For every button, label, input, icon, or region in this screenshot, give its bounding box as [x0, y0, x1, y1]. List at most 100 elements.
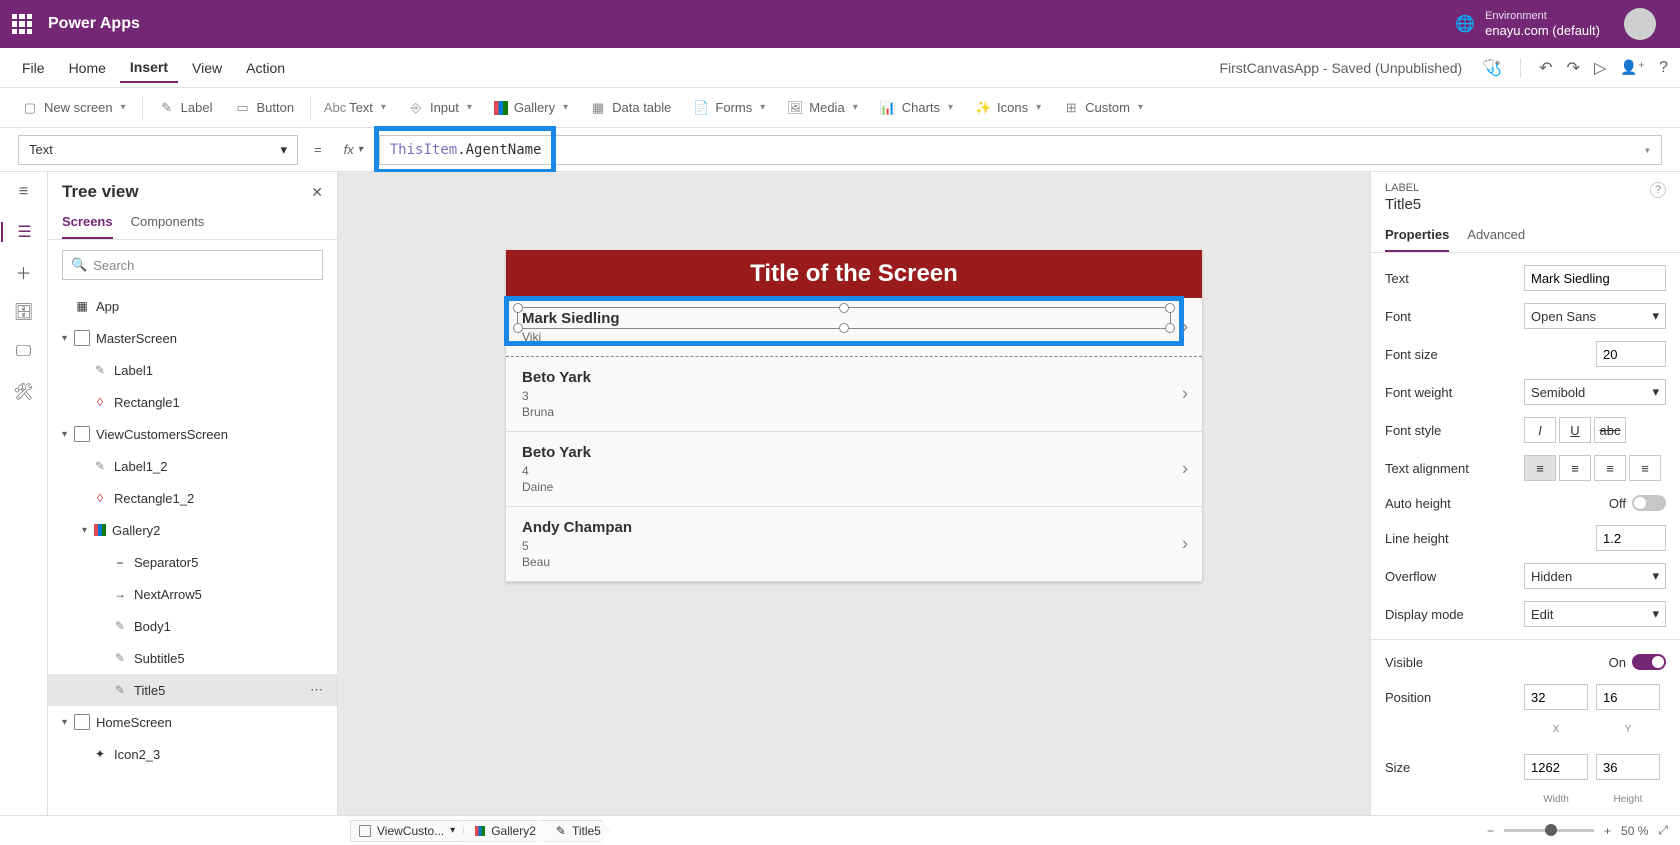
align-justify-button[interactable]: ≡ — [1629, 455, 1661, 481]
canvas-area[interactable]: Title of the Screen Mark Siedling Viki › — [338, 172, 1370, 815]
forms-button[interactable]: 📄Forms▾ — [683, 94, 775, 122]
tree-node-subtitle5[interactable]: ✎Subtitle5 — [48, 642, 337, 674]
media-button[interactable]: 🖼Media▾ — [777, 94, 867, 122]
tree-node-nextarrow5[interactable]: →NextArrow5 — [48, 578, 337, 610]
button-button[interactable]: ▭Button — [224, 94, 304, 122]
gallery-item[interactable]: Beto Yark 3 Bruna › — [506, 357, 1202, 432]
tree-view-icon[interactable]: ☰ — [1, 222, 47, 242]
tree-node-homescreen[interactable]: ▾HomeScreen — [48, 706, 337, 738]
tab-properties[interactable]: Properties — [1385, 219, 1449, 252]
tree-node-body1[interactable]: ✎Body1 — [48, 610, 337, 642]
menu-file[interactable]: File — [12, 54, 55, 82]
gallery-item[interactable]: Mark Siedling Viki › — [506, 298, 1202, 357]
zoom-slider[interactable] — [1504, 829, 1594, 832]
menu-view[interactable]: View — [182, 54, 232, 82]
label-button[interactable]: ✎Label — [149, 94, 223, 122]
charts-button[interactable]: 📊Charts▾ — [870, 94, 963, 122]
share-icon[interactable]: 👤⁺ — [1620, 59, 1645, 76]
help-icon[interactable]: ? — [1659, 59, 1668, 77]
tree-node-label1[interactable]: ✎Label1 — [48, 354, 337, 386]
tree-search-input[interactable]: 🔍 Search — [62, 250, 323, 280]
prop-text-input[interactable] — [1524, 265, 1666, 291]
property-dropdown[interactable]: Text ▾ — [18, 135, 298, 165]
zoom-in-button[interactable]: + — [1604, 824, 1611, 838]
play-icon[interactable]: ▷ — [1594, 58, 1606, 78]
prop-overflow-select[interactable]: Hidden▾ — [1524, 563, 1666, 589]
tab-advanced[interactable]: Advanced — [1467, 219, 1525, 252]
size-height-input[interactable] — [1596, 754, 1660, 780]
tree-node-app[interactable]: ▦App — [48, 290, 337, 322]
input-button[interactable]: ⎆Input▾ — [398, 94, 482, 122]
tree-node-separator5[interactable]: ⎯Separator5 — [48, 546, 337, 578]
autoheight-toggle[interactable] — [1632, 495, 1666, 511]
align-right-button[interactable]: ≡ — [1594, 455, 1626, 481]
waffle-icon[interactable] — [12, 14, 32, 34]
more-icon[interactable]: ⋯ — [310, 682, 325, 698]
formula-input[interactable]: ThisItem.AgentName ▾ — [379, 135, 1662, 165]
new-screen-button[interactable]: ▢New screen▾ — [12, 94, 136, 122]
position-x-input[interactable] — [1524, 684, 1588, 710]
menu-insert[interactable]: Insert — [120, 53, 178, 83]
breadcrumb-screen[interactable]: ViewCusto... ▾ — [350, 820, 464, 842]
close-icon[interactable]: ✕ — [311, 184, 323, 201]
strike-button[interactable]: abc — [1594, 417, 1626, 443]
canvas-gallery[interactable]: Mark Siedling Viki › Beto Yark 3 Bruna ›… — [506, 298, 1202, 582]
gallery-item[interactable]: Beto Yark 4 Daine › — [506, 432, 1202, 507]
chevron-down-icon[interactable]: ▾ — [1644, 143, 1651, 157]
fit-to-window-button[interactable]: ⤢ — [1658, 823, 1668, 838]
datatable-button[interactable]: ▦Data table — [580, 94, 681, 122]
text-button[interactable]: AbcText▾ — [317, 94, 396, 122]
fx-label[interactable]: fx ▾ — [338, 142, 369, 157]
gallery-button[interactable]: Gallery▾ — [484, 94, 578, 121]
canvas-screen[interactable]: Title of the Screen Mark Siedling Viki › — [506, 250, 1202, 582]
position-y-input[interactable] — [1596, 684, 1660, 710]
zoom-out-button[interactable]: − — [1487, 824, 1494, 838]
chevron-right-icon[interactable]: › — [1182, 384, 1188, 405]
prop-fontsize-input[interactable] — [1596, 341, 1666, 367]
tree-node-viewcustomers[interactable]: ▾ViewCustomersScreen — [48, 418, 337, 450]
custom-button[interactable]: ⊞Custom▾ — [1053, 94, 1153, 122]
underline-button[interactable]: U — [1559, 417, 1591, 443]
tree-node-label1-2[interactable]: ✎Label1_2 — [48, 450, 337, 482]
tab-components[interactable]: Components — [131, 206, 205, 239]
prop-fontweight-select[interactable]: Semibold▾ — [1524, 379, 1666, 405]
breadcrumb-gallery[interactable]: Gallery2 — [458, 820, 545, 842]
prop-lineheight-input[interactable] — [1596, 525, 1666, 551]
icons-button[interactable]: ✨Icons▾ — [965, 94, 1051, 122]
tree-node-gallery2[interactable]: ▾Gallery2 — [48, 514, 337, 546]
menu-home[interactable]: Home — [59, 54, 116, 82]
tools-icon[interactable]: 🛠 — [14, 382, 34, 402]
hamburger-icon[interactable]: ≡ — [14, 182, 34, 202]
app-checker-icon[interactable]: 🩺 — [1482, 58, 1502, 78]
user-avatar[interactable] — [1624, 8, 1656, 40]
tree-node-icon2-3[interactable]: ✦Icon2_3 — [48, 738, 337, 770]
gallery-item[interactable]: Andy Champan 5 Beau › — [506, 507, 1202, 582]
tree-node-rectangle1-2[interactable]: ◊Rectangle1_2 — [48, 482, 337, 514]
redo-icon[interactable]: ↷ — [1567, 58, 1580, 78]
prop-font-select[interactable]: Open Sans▾ — [1524, 303, 1666, 329]
size-width-input[interactable] — [1524, 754, 1588, 780]
align-left-button[interactable]: ≡ — [1524, 455, 1556, 481]
align-center-button[interactable]: ≡ — [1559, 455, 1591, 481]
data-icon[interactable]: 🗄 — [14, 302, 34, 322]
breadcrumb-title5[interactable]: ✎Title5 — [539, 820, 610, 842]
chevron-right-icon[interactable]: › — [1182, 317, 1188, 338]
tree-node-rectangle1[interactable]: ◊Rectangle1 — [48, 386, 337, 418]
screen-icon: ▢ — [22, 100, 38, 116]
tree-node-masterscreen[interactable]: ▾MasterScreen — [48, 322, 337, 354]
help-icon[interactable]: ? — [1650, 182, 1666, 198]
undo-icon[interactable]: ↶ — [1539, 58, 1552, 78]
media-icon[interactable]: 🖵 — [14, 342, 34, 362]
screen-icon — [74, 426, 90, 442]
prop-key-fontsize: Font size — [1385, 347, 1596, 362]
chevron-right-icon[interactable]: › — [1182, 534, 1188, 555]
tree-node-title5[interactable]: ✎Title5⋯ — [48, 674, 337, 706]
chevron-right-icon[interactable]: › — [1182, 459, 1188, 480]
prop-displaymode-select[interactable]: Edit▾ — [1524, 601, 1666, 627]
menu-action[interactable]: Action — [236, 54, 295, 82]
environment-label[interactable]: Environment enayu.com (default) — [1485, 10, 1600, 39]
tab-screens[interactable]: Screens — [62, 206, 113, 239]
visible-toggle[interactable] — [1632, 654, 1666, 670]
insert-icon[interactable]: ＋ — [14, 262, 34, 282]
italic-button[interactable]: I — [1524, 417, 1556, 443]
